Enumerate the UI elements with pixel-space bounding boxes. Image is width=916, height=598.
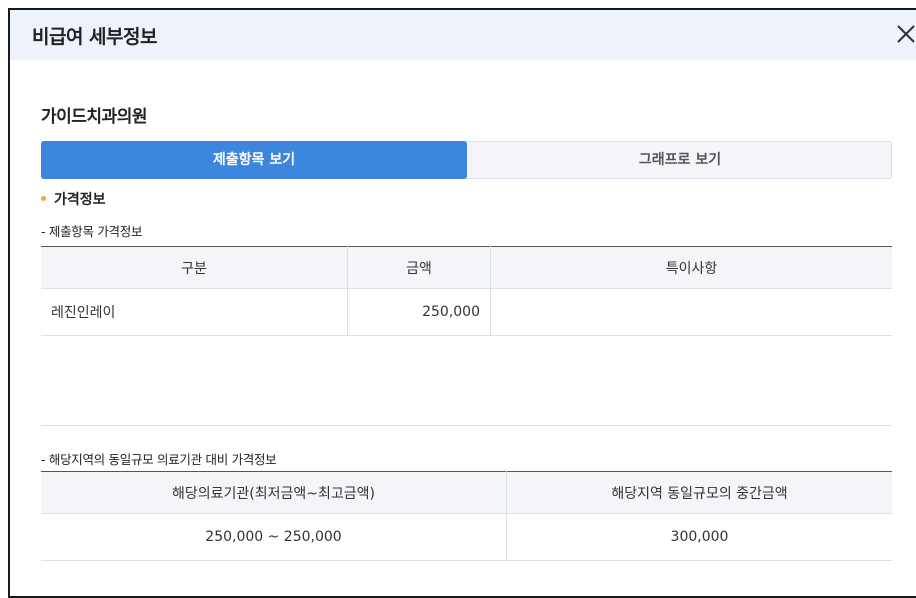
close-icon bbox=[897, 25, 915, 43]
column-header-notes: 특이사항 bbox=[490, 246, 892, 289]
cell-amount: 250,000 bbox=[347, 288, 491, 336]
submitted-price-table: 구분 금액 특이사항 레진인레이 250,000 bbox=[41, 246, 892, 336]
table-header-row: 해당의료기관(최저금액~최고금액) 해당지역 동일규모의 중간금액 bbox=[41, 471, 892, 514]
table-header-row: 구분 금액 특이사항 bbox=[41, 246, 892, 289]
column-header-amount: 금액 bbox=[347, 246, 491, 289]
regional-subtitle: - 해당지역의 동일규모 의료기관 대비 가격정보 bbox=[41, 452, 277, 467]
close-button[interactable] bbox=[896, 24, 916, 44]
column-header-range: 해당의료기관(최저금액~최고금액) bbox=[41, 471, 507, 514]
bullet-icon bbox=[41, 195, 46, 201]
table-row: 250,000 ~ 250,000 300,000 bbox=[41, 513, 892, 561]
cell-note bbox=[490, 288, 892, 336]
detail-modal: 비급여 세부정보 가이드치과의원 제출항목 보기 그래프로 보기 가격정보 - … bbox=[8, 8, 916, 598]
column-header-category: 구분 bbox=[41, 246, 348, 289]
clinic-name: 가이드치과의원 bbox=[41, 107, 147, 127]
table-row: 레진인레이 250,000 bbox=[41, 288, 892, 336]
modal-title: 비급여 세부정보 bbox=[32, 26, 157, 48]
submitted-subtitle: - 제출항목 가격정보 bbox=[41, 224, 143, 239]
price-section-title: 가격정보 bbox=[41, 189, 106, 209]
column-header-median: 해당지역 동일규모의 중간금액 bbox=[506, 471, 892, 514]
price-section-label: 가격정보 bbox=[54, 192, 106, 208]
cell-range: 250,000 ~ 250,000 bbox=[41, 513, 507, 561]
tab-submitted-items[interactable]: 제출항목 보기 bbox=[41, 141, 467, 179]
modal-header: 비급여 세부정보 bbox=[10, 10, 916, 60]
view-tabs: 제출항목 보기 그래프로 보기 bbox=[41, 141, 892, 179]
tab-graph-view[interactable]: 그래프로 보기 bbox=[467, 141, 893, 179]
cell-median: 300,000 bbox=[506, 513, 892, 561]
divider bbox=[41, 425, 892, 426]
regional-price-table: 해당의료기관(최저금액~최고금액) 해당지역 동일규모의 중간금액 250,00… bbox=[41, 471, 892, 561]
cell-item: 레진인레이 bbox=[41, 288, 348, 336]
